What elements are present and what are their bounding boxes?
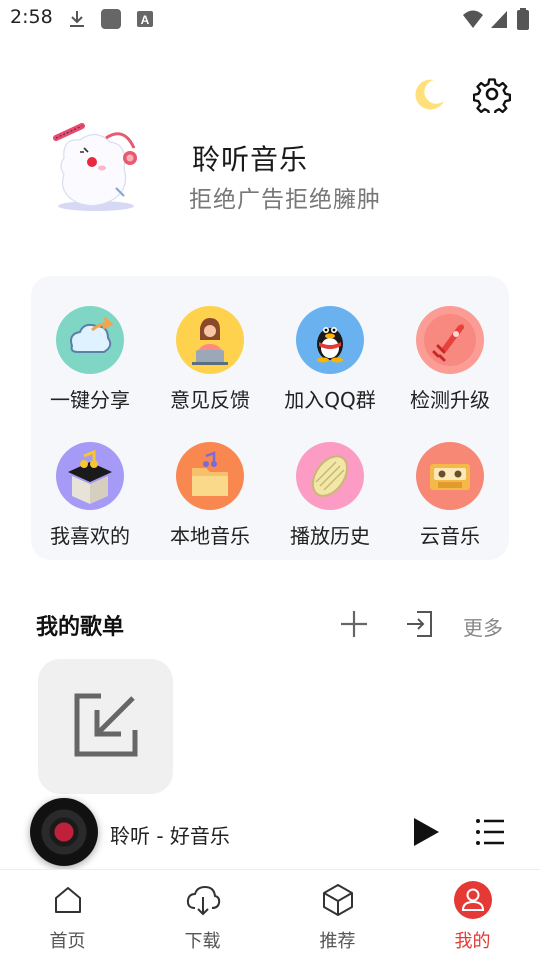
grid-item-cloud-music[interactable]: 云音乐: [390, 442, 510, 562]
avatar[interactable]: [44, 118, 144, 218]
grid-label: 本地音乐: [170, 524, 250, 548]
grid-item-share[interactable]: 一键分享: [30, 306, 150, 426]
feedback-icon: [176, 306, 244, 374]
nav-item-mine[interactable]: 我的: [405, 870, 540, 960]
share-icon: [56, 306, 124, 374]
import-arrow-icon: [73, 692, 139, 762]
album-disc[interactable]: [30, 798, 98, 866]
now-playing-title: 聆听 - 好音乐: [110, 824, 230, 848]
nav-label: 我的: [454, 931, 491, 952]
nav-label: 推荐: [319, 931, 356, 952]
playlist-section-title: 我的歌单: [36, 615, 125, 640]
grid-label: 一键分享: [50, 388, 130, 412]
more-playlists-link[interactable]: 更多: [463, 612, 503, 641]
history-icon: [296, 442, 364, 510]
home-icon: [48, 880, 88, 920]
grid-label: 我喜欢的: [50, 524, 130, 548]
cube-icon: [318, 880, 358, 920]
nav-item-home[interactable]: 首页: [0, 870, 135, 960]
rocket-icon: [416, 306, 484, 374]
import-playlist-button[interactable]: [399, 604, 439, 644]
bottom-nav: 首页 下载 推荐 我的: [0, 869, 540, 960]
grid-item-feedback[interactable]: 意见反馈: [150, 306, 270, 426]
nav-item-recommend[interactable]: 推荐: [270, 870, 405, 960]
grid-label: 播放历史: [290, 524, 370, 548]
qq-penguin-icon: [296, 306, 364, 374]
grid-item-local-music[interactable]: 本地音乐: [150, 442, 270, 562]
grid-item-favorites[interactable]: 我喜欢的: [30, 442, 150, 562]
folder-music-icon: [176, 442, 244, 510]
cassette-icon: [416, 442, 484, 510]
playlist-queue-button[interactable]: [470, 812, 510, 852]
user-icon: [453, 880, 493, 920]
grid-item-qq-group[interactable]: 加入QQ群: [270, 306, 390, 426]
grid-label: 加入QQ群: [284, 388, 376, 412]
square-icon: [100, 8, 122, 30]
nav-label: 下载: [184, 931, 221, 952]
signal-icon: [488, 8, 510, 30]
music-box-icon: [56, 442, 124, 510]
a-icon: A: [134, 8, 156, 30]
svg-text:A: A: [141, 13, 150, 27]
gear-icon[interactable]: [470, 72, 514, 116]
grid-item-history[interactable]: 播放历史: [270, 442, 390, 562]
download-icon: [66, 8, 88, 30]
battery-icon: [512, 8, 534, 30]
status-time: 2:58: [10, 6, 53, 28]
feature-grid: 一键分享 意见反馈 加入QQ群 检测升级 我喜欢的 本地音乐 播放历史 云音乐: [31, 276, 509, 560]
grid-item-check-update[interactable]: 检测升级: [390, 306, 510, 426]
grid-label: 云音乐: [420, 524, 480, 548]
mini-player: 聆听 - 好音乐: [0, 795, 540, 869]
nav-label: 首页: [49, 931, 86, 952]
app-subtitle: 拒绝广告拒绝臃肿: [189, 187, 381, 213]
import-playlist-card[interactable]: [38, 659, 173, 794]
play-button[interactable]: [406, 812, 446, 852]
status-bar: 2:58 A: [0, 0, 540, 38]
nav-item-download[interactable]: 下载: [135, 870, 270, 960]
grid-label: 意见反馈: [170, 388, 250, 412]
moon-icon[interactable]: [406, 72, 450, 116]
cloud-download-icon: [183, 880, 223, 920]
wifi-icon: [462, 8, 484, 30]
add-playlist-button[interactable]: [334, 604, 374, 644]
grid-label: 检测升级: [410, 388, 490, 412]
app-title: 聆听音乐: [192, 143, 309, 176]
